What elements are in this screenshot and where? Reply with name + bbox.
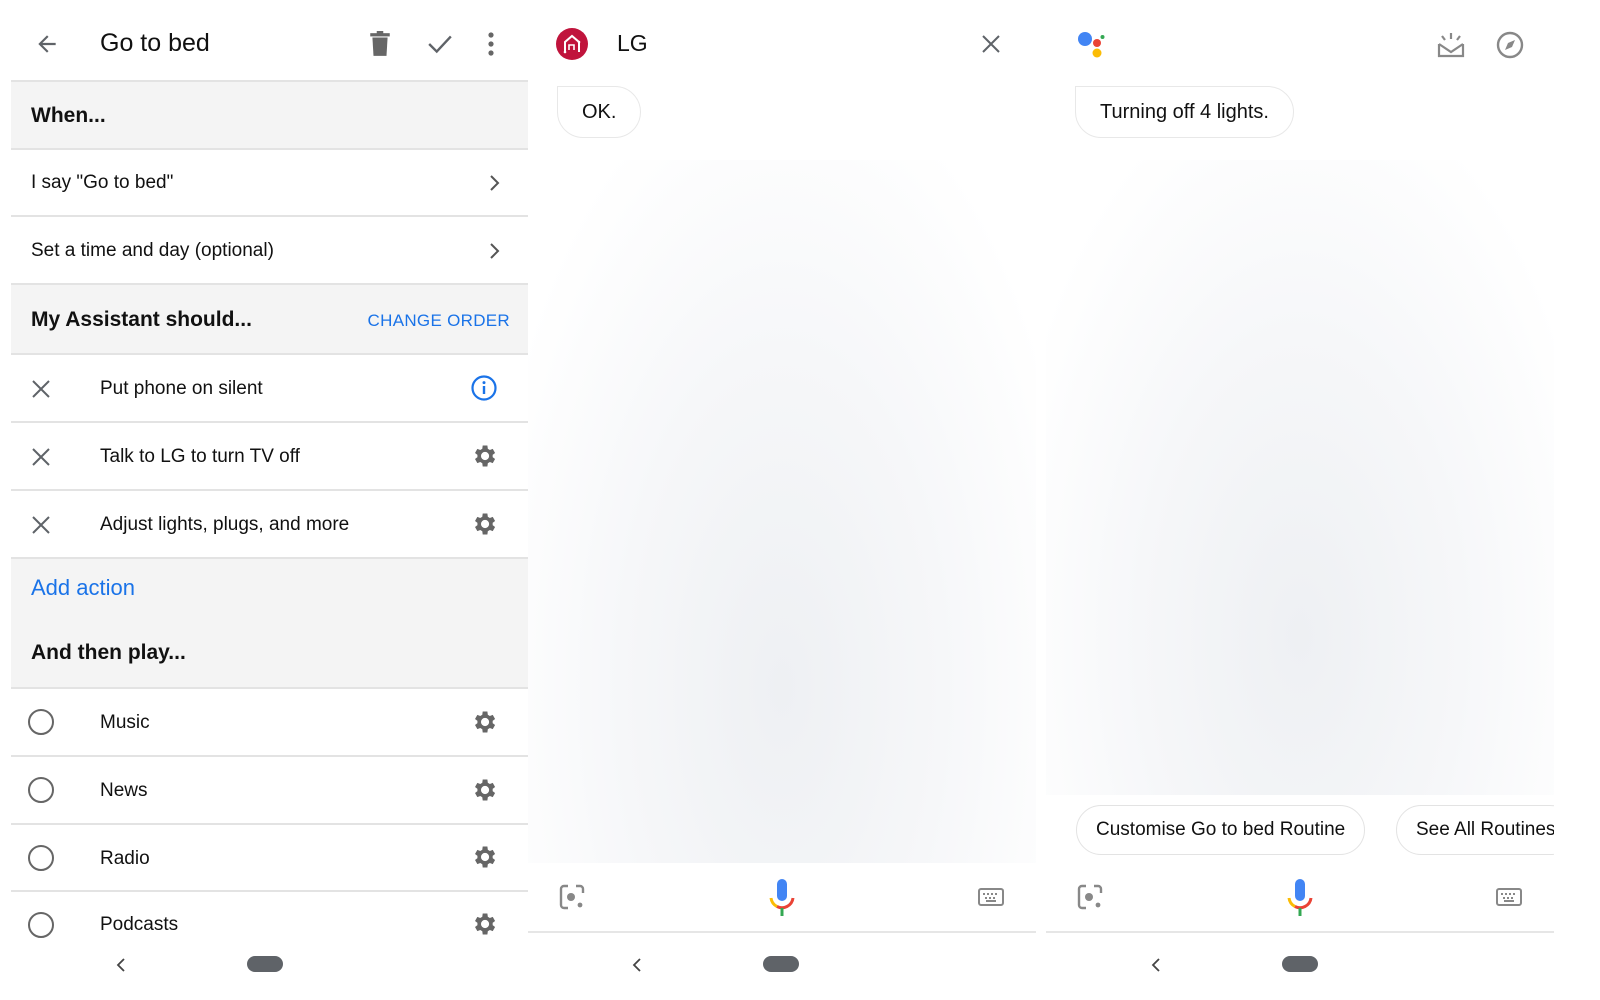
action-label: Adjust lights, plugs, and more [100, 514, 350, 535]
assistant-conversation-panel: Turning off 4 lights. Customise Go to be… [1046, 0, 1554, 1000]
chevron-right-icon [490, 243, 500, 259]
action-row[interactable]: Adjust lights, plugs, and more [11, 491, 530, 559]
check-icon[interactable] [427, 33, 453, 55]
more-vert-icon[interactable] [482, 30, 500, 58]
suggestion-chip[interactable]: See All Routines [1396, 805, 1554, 855]
trigger-row[interactable]: Set a time and day (optional) [11, 217, 530, 285]
action-row[interactable]: Talk to LG to turn TV off [11, 423, 530, 491]
trigger-label: I say "Go to bed" [31, 172, 174, 193]
agent-title: LG [617, 30, 648, 56]
media-label: Music [100, 712, 150, 733]
remove-icon[interactable] [30, 446, 52, 468]
nav-home-pill[interactable] [1282, 956, 1318, 972]
media-row[interactable]: Podcasts [11, 892, 530, 940]
remove-icon[interactable] [30, 514, 52, 536]
media-row[interactable]: News [11, 757, 530, 825]
radio-button[interactable] [28, 709, 54, 735]
gear-icon[interactable] [470, 708, 498, 736]
add-action-button[interactable]: Add action [31, 575, 135, 601]
arrow-left-icon[interactable] [34, 31, 60, 57]
action-label: Put phone on silent [100, 378, 263, 399]
lens-icon[interactable] [558, 883, 586, 911]
media-row[interactable]: Radio [11, 825, 530, 892]
action-label: Talk to LG to turn TV off [100, 446, 300, 467]
action-row[interactable]: Put phone on silent [11, 355, 530, 423]
conversation-area [1046, 160, 1554, 795]
response-bubble: Turning off 4 lights. [1075, 86, 1294, 138]
radio-button[interactable] [28, 845, 54, 871]
nav-home-pill[interactable] [247, 956, 283, 972]
radio-button[interactable] [28, 912, 54, 938]
gear-icon[interactable] [470, 510, 498, 538]
assistant-section-header: My Assistant should... CHANGE ORDER [11, 285, 530, 355]
mic-icon[interactable] [1285, 878, 1315, 918]
media-label: Podcasts [100, 914, 179, 935]
mic-icon[interactable] [767, 878, 797, 918]
page-title: Go to bed [100, 29, 210, 57]
when-label: When... [31, 104, 106, 127]
input-bar [1046, 863, 1554, 933]
lg-home-logo-icon [556, 28, 588, 60]
system-nav-bar [0, 945, 530, 985]
gear-icon[interactable] [470, 843, 498, 871]
updates-tray-icon[interactable] [1436, 30, 1466, 60]
input-bar [528, 863, 1036, 933]
chevron-right-icon [490, 175, 500, 191]
assistant-label: My Assistant should... [31, 308, 252, 331]
media-label: News [100, 780, 148, 801]
system-nav-bar [1046, 945, 1554, 985]
lg-conversation-panel: LG OK. [528, 0, 1036, 1000]
app-bar: Go to bed [0, 0, 530, 80]
media-row[interactable]: Music [11, 689, 530, 757]
nav-home-pill[interactable] [763, 956, 799, 972]
then-play-label: And then play... [31, 641, 186, 664]
google-assistant-logo-icon [1078, 32, 1105, 58]
when-section-header: When... [11, 80, 530, 150]
gear-icon[interactable] [470, 442, 498, 470]
conversation-area [528, 160, 1036, 863]
media-label: Radio [100, 848, 150, 869]
info-icon[interactable] [470, 374, 498, 402]
gear-icon[interactable] [470, 776, 498, 804]
change-order-button[interactable]: CHANGE ORDER [368, 311, 510, 331]
nav-back-icon[interactable] [631, 955, 643, 975]
trigger-label: Set a time and day (optional) [31, 240, 274, 261]
gear-icon[interactable] [470, 910, 498, 938]
explore-compass-icon[interactable] [1495, 30, 1525, 60]
response-bubble: OK. [557, 86, 642, 138]
nav-back-icon[interactable] [1150, 955, 1162, 975]
remove-icon[interactable] [30, 378, 52, 400]
keyboard-icon[interactable] [978, 887, 1004, 907]
suggestion-chip[interactable]: Customise Go to bed Routine [1076, 805, 1366, 855]
trash-icon[interactable] [369, 31, 391, 57]
routine-editor-panel: Go to bed When... I say "Go to bed" Set … [0, 0, 530, 1000]
nav-back-icon[interactable] [115, 955, 127, 975]
system-nav-bar [530, 945, 1046, 985]
radio-button[interactable] [28, 777, 54, 803]
lens-icon[interactable] [1076, 883, 1104, 911]
close-icon[interactable] [980, 33, 1002, 55]
keyboard-icon[interactable] [1496, 887, 1522, 907]
then-play-section-header: Add action And then play... [11, 559, 530, 689]
trigger-row[interactable]: I say "Go to bed" [11, 150, 530, 217]
